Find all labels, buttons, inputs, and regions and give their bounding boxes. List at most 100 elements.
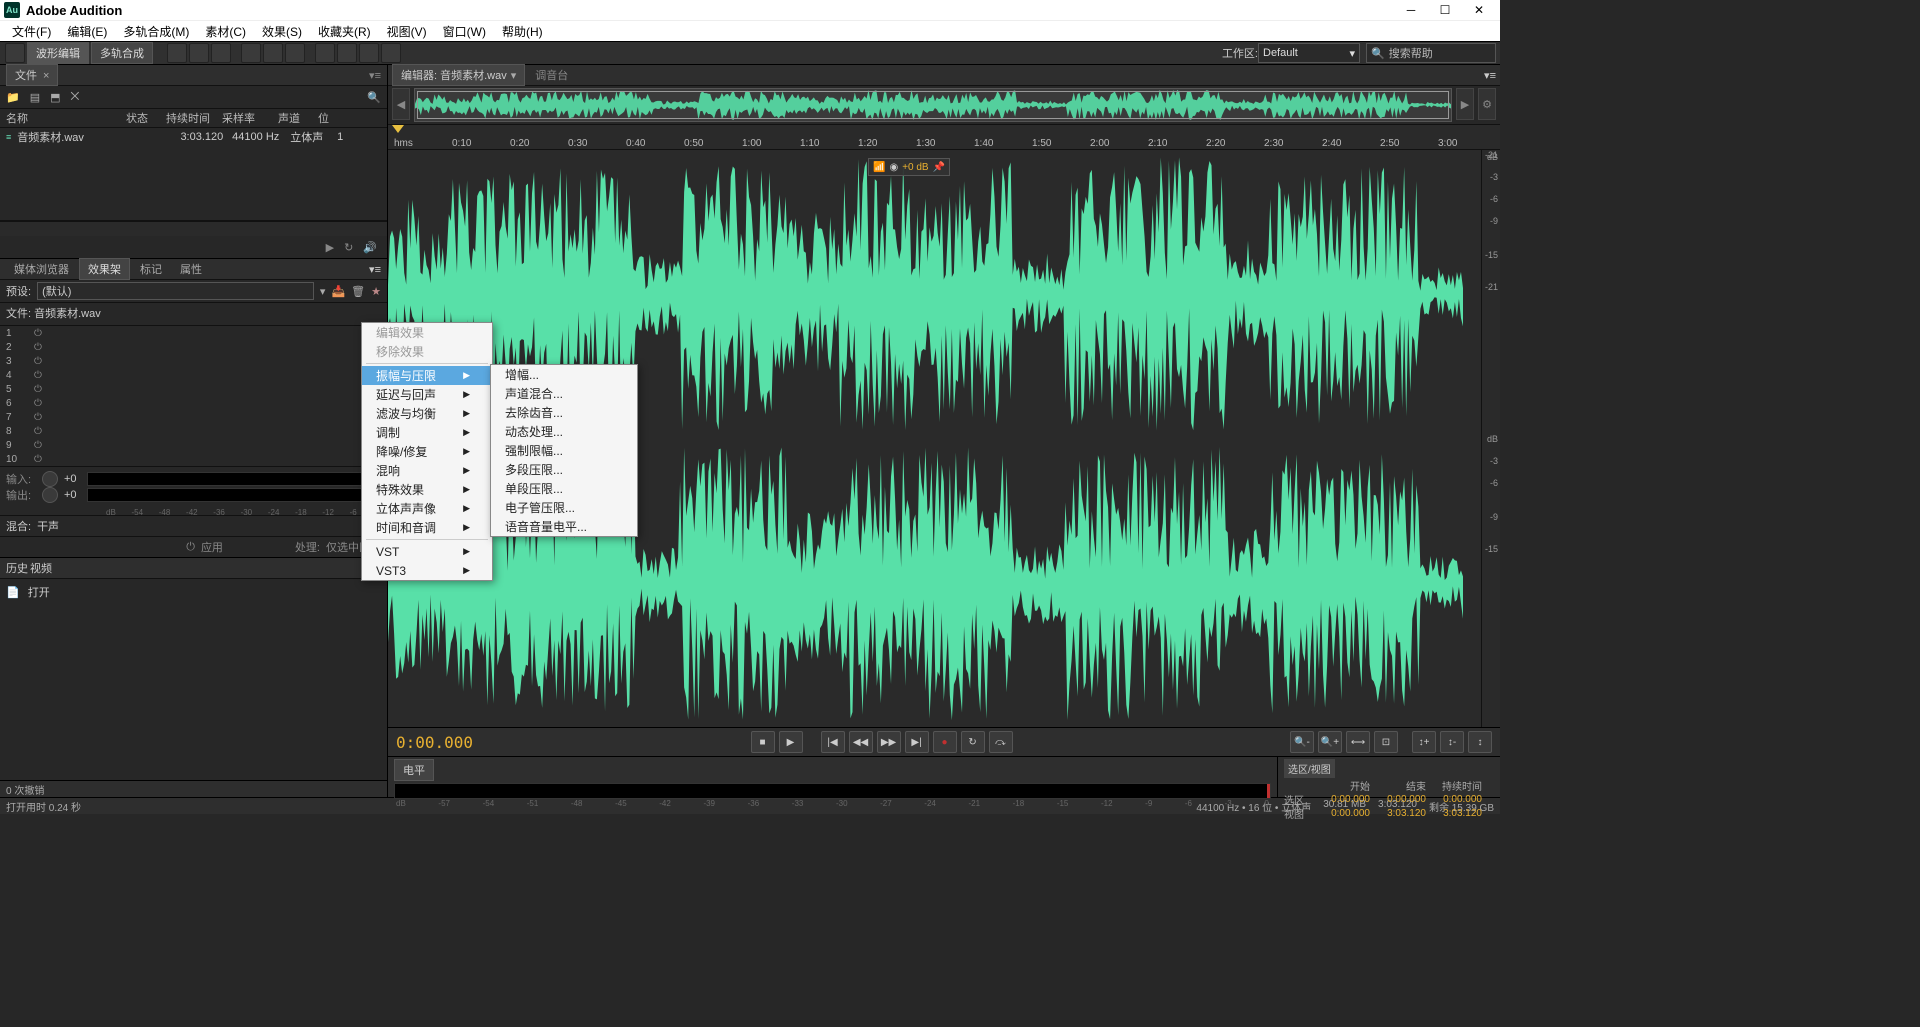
submenu-item[interactable]: 去除齿音... [491, 403, 637, 422]
playhead-marker-icon[interactable] [392, 125, 404, 133]
col-name[interactable]: 名称 [6, 110, 126, 126]
history-item[interactable]: 📄 打开 [6, 583, 381, 601]
stop-button[interactable]: ■ [751, 731, 775, 753]
waveform-editor-tab[interactable]: 波形编辑 [27, 42, 89, 64]
toolbar-button[interactable] [263, 43, 283, 63]
overview-options-icon[interactable]: ⚙ [1478, 88, 1496, 120]
menu-edit[interactable]: 编辑(E) [59, 23, 115, 40]
history-tab[interactable]: 历史 [6, 560, 28, 576]
toolbar-button[interactable] [359, 43, 379, 63]
workspace-select[interactable]: Default▾ [1258, 43, 1360, 63]
menu-item[interactable]: VST▶ [362, 542, 492, 561]
new-file-icon[interactable]: ▤ [30, 91, 40, 104]
menu-favorites[interactable]: 收藏夹(R) [310, 23, 379, 40]
menu-item[interactable]: 滤波与均衡▶ [362, 404, 492, 423]
toolbar-button[interactable] [285, 43, 305, 63]
power-icon[interactable]: ⏻ [186, 541, 195, 554]
view-length[interactable]: 3:03.120 [1432, 808, 1482, 819]
menu-file[interactable]: 文件(F) [4, 23, 59, 40]
selection-panel-title[interactable]: 选区/视图 [1284, 759, 1335, 778]
sel-end[interactable]: 0:00.000 [1376, 794, 1426, 805]
markers-tab[interactable]: 标记 [132, 259, 170, 279]
video-tab[interactable]: 视频 [30, 560, 52, 576]
rewind-button[interactable]: ◀◀ [849, 731, 873, 753]
menu-effects[interactable]: 效果(S) [254, 23, 310, 40]
file-list-scrollbar[interactable] [0, 221, 387, 236]
effects-rack-tab[interactable]: 效果架 [79, 258, 130, 280]
menu-item[interactable]: 立体声声像▶ [362, 499, 492, 518]
submenu-item[interactable]: 语音音量电平... [491, 517, 637, 536]
properties-tab[interactable]: 属性 [172, 259, 210, 279]
apply-button[interactable]: 应用 [201, 539, 223, 555]
menu-multitrack[interactable]: 多轨合成(M) [115, 23, 197, 40]
forward-button[interactable]: ▶▶ [877, 731, 901, 753]
menu-view[interactable]: 视图(V) [379, 23, 435, 40]
col-status[interactable]: 状态 [126, 110, 166, 126]
effect-slot[interactable]: 7⏻▶ [0, 410, 387, 424]
power-icon[interactable]: ⏻ [34, 342, 42, 353]
menu-item[interactable]: 混响▶ [362, 461, 492, 480]
input-gain-knob[interactable] [42, 471, 58, 487]
zoom-out-icon[interactable]: 🔍- [1290, 731, 1314, 753]
effect-slot[interactable]: 10⏻▶ [0, 452, 387, 466]
files-tab[interactable]: 文件 [6, 64, 58, 86]
effect-slot[interactable]: 6⏻▶ [0, 396, 387, 410]
effect-slot[interactable]: 1⏻▶ [0, 326, 387, 340]
go-start-button[interactable]: |◀ [821, 731, 845, 753]
submenu-item[interactable]: 增幅... [491, 365, 637, 384]
power-icon[interactable]: ⏻ [34, 412, 42, 423]
effect-slot[interactable]: 5⏻▶ [0, 382, 387, 396]
menu-window[interactable]: 窗口(W) [435, 23, 494, 40]
media-browser-tab[interactable]: 媒体浏览器 [6, 259, 77, 279]
toolbar-button[interactable] [315, 43, 335, 63]
file-row[interactable]: ≡ 音频素材.wav 3:03.120 44100 Hz 立体声 1 [0, 128, 387, 146]
zoom-out-v-icon[interactable]: ↕- [1440, 731, 1464, 753]
prev-edit-icon[interactable]: ◀ [392, 88, 410, 120]
import-icon[interactable]: ⬒ [50, 91, 60, 104]
close-button[interactable]: ✕ [1462, 0, 1496, 20]
toolbar-button[interactable] [381, 43, 401, 63]
search-icon[interactable]: 🔍 [367, 91, 381, 104]
panel-menu-icon[interactable]: ▾≡ [369, 264, 381, 276]
go-end-button[interactable]: ▶| [905, 731, 929, 753]
overview-waveform[interactable] [414, 88, 1452, 122]
menu-item[interactable]: 降噪/修复▶ [362, 442, 492, 461]
toolbar-button[interactable] [189, 43, 209, 63]
menu-clip[interactable]: 素材(C) [197, 23, 254, 40]
play-button[interactable]: ▶ [779, 731, 803, 753]
play-icon[interactable]: ▶ [326, 241, 334, 254]
effect-slot[interactable]: 8⏻▶ [0, 424, 387, 438]
menu-item[interactable]: 时间和音调▶ [362, 518, 492, 537]
gain-hud[interactable]: 📶 ◉ +0 dB 📌 [868, 158, 950, 176]
loop-button[interactable]: ↻ [961, 731, 985, 753]
col-bitdepth[interactable]: 位 [318, 110, 329, 126]
open-file-icon[interactable]: 📁 [6, 91, 20, 104]
col-channels[interactable]: 声道 [278, 110, 318, 126]
autoplay-icon[interactable]: 🔊 [363, 241, 377, 254]
view-end[interactable]: 3:03.120 [1376, 808, 1426, 819]
toolbar-button[interactable] [337, 43, 357, 63]
col-duration[interactable]: 持续时间 [166, 110, 222, 126]
submenu-item[interactable]: 声道混合... [491, 384, 637, 403]
sel-length[interactable]: 0:00.000 [1432, 794, 1482, 805]
timeline-ruler[interactable]: hms0:100:200:300:400:501:001:101:201:301… [388, 125, 1500, 150]
submenu-item[interactable]: 强制限幅... [491, 441, 637, 460]
gain-knob-icon[interactable]: ◉ [889, 162, 898, 173]
save-preset-icon[interactable]: 📥 [331, 285, 345, 298]
delete-preset-icon[interactable]: 🗑 [351, 285, 365, 298]
zoom-reset-v-icon[interactable]: ↕ [1468, 731, 1492, 753]
view-start[interactable]: 0:00.000 [1320, 808, 1370, 819]
output-gain-knob[interactable] [42, 487, 58, 503]
multitrack-tab[interactable]: 多轨合成 [91, 42, 153, 64]
power-icon[interactable]: ⏻ [34, 440, 42, 451]
toolbar-button[interactable] [167, 43, 187, 63]
power-icon[interactable]: ⏻ [34, 454, 42, 465]
menu-item[interactable]: 特殊效果▶ [362, 480, 492, 499]
panel-menu-icon[interactable]: ▾≡ [1484, 70, 1496, 82]
effect-slot[interactable]: 2⏻▶ [0, 340, 387, 354]
effect-slot[interactable]: 9⏻▶ [0, 438, 387, 452]
help-search-input[interactable]: 🔍 搜索帮助 [1366, 43, 1496, 63]
toolbar-button[interactable] [5, 43, 25, 63]
menu-item[interactable]: 延迟与回声▶ [362, 385, 492, 404]
zoom-full-icon[interactable]: ⟷ [1346, 731, 1370, 753]
